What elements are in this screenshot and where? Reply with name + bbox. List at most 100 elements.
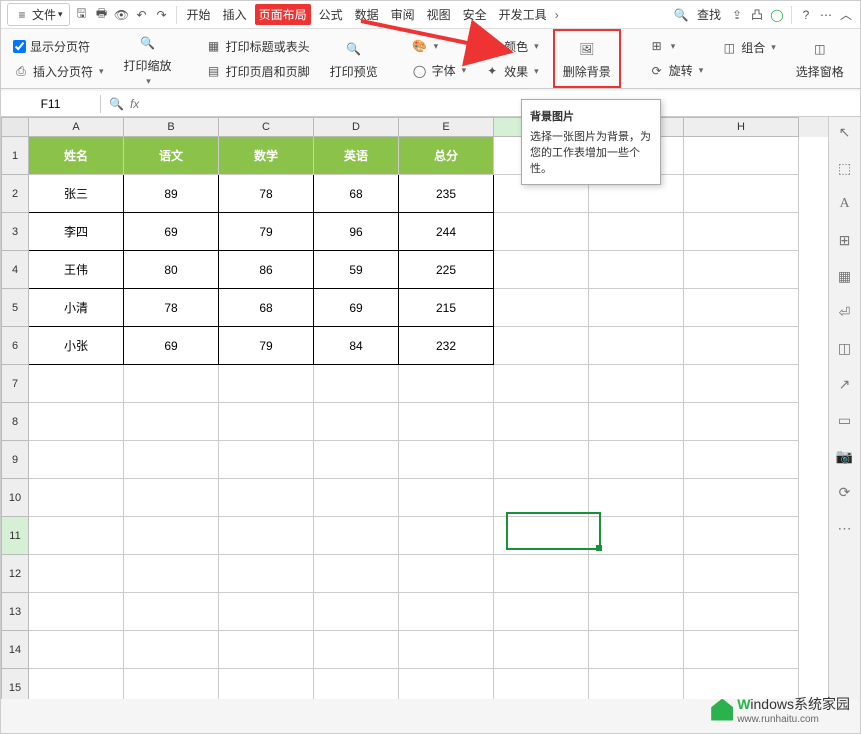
data-cell[interactable]: 68: [314, 175, 399, 213]
empty-cell[interactable]: [589, 631, 684, 669]
empty-cell[interactable]: [29, 631, 124, 669]
empty-cell[interactable]: [589, 441, 684, 479]
empty-cell[interactable]: [219, 517, 314, 555]
tab-data[interactable]: 数据: [351, 4, 383, 25]
empty-cell[interactable]: [494, 669, 589, 699]
data-cell[interactable]: 86: [219, 251, 314, 289]
empty-cell[interactable]: [494, 327, 589, 365]
empty-cell[interactable]: [494, 631, 589, 669]
group[interactable]: ◫组合: [717, 37, 780, 58]
empty-cell[interactable]: [494, 289, 589, 327]
empty-cell[interactable]: [124, 441, 219, 479]
empty-cell[interactable]: [684, 327, 799, 365]
empty-cell[interactable]: [494, 403, 589, 441]
empty-cell[interactable]: [399, 479, 494, 517]
empty-cell[interactable]: [314, 441, 399, 479]
empty-cell[interactable]: [219, 403, 314, 441]
fx-label[interactable]: fx: [130, 97, 139, 111]
empty-cell[interactable]: [314, 403, 399, 441]
font[interactable]: ◯字体: [408, 60, 471, 81]
row-header[interactable]: 3: [1, 213, 29, 251]
empty-cell[interactable]: [494, 593, 589, 631]
empty-cell[interactable]: [494, 555, 589, 593]
empty-cell[interactable]: [124, 631, 219, 669]
empty-cell[interactable]: [219, 593, 314, 631]
more-tools-icon[interactable]: ⋯: [836, 519, 854, 537]
empty-cell[interactable]: [589, 403, 684, 441]
empty-cell[interactable]: [399, 365, 494, 403]
select-tool-icon[interactable]: ⬚: [836, 159, 854, 177]
data-cell[interactable]: 王伟: [29, 251, 124, 289]
data-cell[interactable]: 96: [314, 213, 399, 251]
empty-cell[interactable]: [29, 555, 124, 593]
row-header[interactable]: 5: [1, 289, 29, 327]
data-cell[interactable]: 张三: [29, 175, 124, 213]
empty-cell[interactable]: [314, 479, 399, 517]
row-header-1[interactable]: 1: [1, 137, 29, 175]
col-header-A[interactable]: A: [29, 117, 124, 137]
select-all-corner[interactable]: [1, 117, 29, 137]
header-cell[interactable]: 姓名: [29, 137, 124, 175]
cancel-icon[interactable]: 🔍: [109, 97, 124, 111]
empty-cell[interactable]: [219, 555, 314, 593]
empty-cell[interactable]: [29, 479, 124, 517]
print-preview[interactable]: 🔍 打印预览: [324, 33, 384, 84]
empty-cell[interactable]: [399, 669, 494, 699]
data-cell[interactable]: 80: [124, 251, 219, 289]
print-title[interactable]: ▦打印标题或表头: [202, 36, 314, 57]
effect[interactable]: ✦效果: [480, 61, 543, 82]
empty-cell[interactable]: [124, 555, 219, 593]
empty-cell[interactable]: [684, 403, 799, 441]
data-cell[interactable]: 小张: [29, 327, 124, 365]
empty-cell[interactable]: [314, 669, 399, 699]
data-cell[interactable]: 68: [219, 289, 314, 327]
tab-security[interactable]: 安全: [459, 4, 491, 25]
empty-cell[interactable]: [219, 669, 314, 699]
empty-cell[interactable]: [494, 251, 589, 289]
search-label[interactable]: 查找: [693, 4, 725, 25]
tab-view[interactable]: 视图: [423, 4, 455, 25]
empty-cell[interactable]: [399, 593, 494, 631]
data-cell[interactable]: 79: [219, 327, 314, 365]
undo-icon[interactable]: ↶: [134, 7, 150, 23]
empty-cell[interactable]: [29, 365, 124, 403]
empty-cell[interactable]: [399, 441, 494, 479]
empty-cell[interactable]: [29, 593, 124, 631]
tab-page-layout[interactable]: 页面布局: [255, 4, 311, 25]
empty-cell[interactable]: [494, 517, 589, 555]
empty-cell[interactable]: [589, 289, 684, 327]
col-header-E[interactable]: E: [399, 117, 494, 137]
row-header[interactable]: 2: [1, 175, 29, 213]
empty-cell[interactable]: [684, 517, 799, 555]
col-header-H[interactable]: H: [684, 117, 799, 137]
tab-insert[interactable]: 插入: [219, 4, 251, 25]
row-header[interactable]: 15: [1, 669, 29, 699]
data-cell[interactable]: 232: [399, 327, 494, 365]
search-icon[interactable]: 🔍: [673, 7, 689, 23]
empty-cell[interactable]: [399, 631, 494, 669]
empty-cell[interactable]: [219, 365, 314, 403]
data-cell[interactable]: 79: [219, 213, 314, 251]
empty-cell[interactable]: [684, 289, 799, 327]
empty-cell[interactable]: [684, 479, 799, 517]
empty-cell[interactable]: [494, 441, 589, 479]
empty-cell[interactable]: [124, 479, 219, 517]
empty-cell[interactable]: [589, 479, 684, 517]
tab-formula[interactable]: 公式: [315, 4, 347, 25]
header-cell[interactable]: 语文: [124, 137, 219, 175]
row-header[interactable]: 12: [1, 555, 29, 593]
row-header[interactable]: 6: [1, 327, 29, 365]
rotate[interactable]: ⟳旋转: [645, 60, 708, 81]
row-header[interactable]: 9: [1, 441, 29, 479]
redo-icon[interactable]: ↷: [154, 7, 170, 23]
show-page-break[interactable]: 显示分页符: [9, 36, 108, 57]
print-zoom[interactable]: 🔍 打印缩放: [118, 27, 178, 91]
wrap-icon[interactable]: ⏎: [836, 303, 854, 321]
empty-cell[interactable]: [589, 593, 684, 631]
empty-cell[interactable]: [684, 441, 799, 479]
align[interactable]: ⊞对齐: [645, 36, 708, 56]
print-quick-icon[interactable]: 🖶: [94, 7, 110, 23]
empty-cell[interactable]: [684, 555, 799, 593]
data-cell[interactable]: 69: [124, 213, 219, 251]
save-icon[interactable]: 🖫: [74, 7, 90, 23]
